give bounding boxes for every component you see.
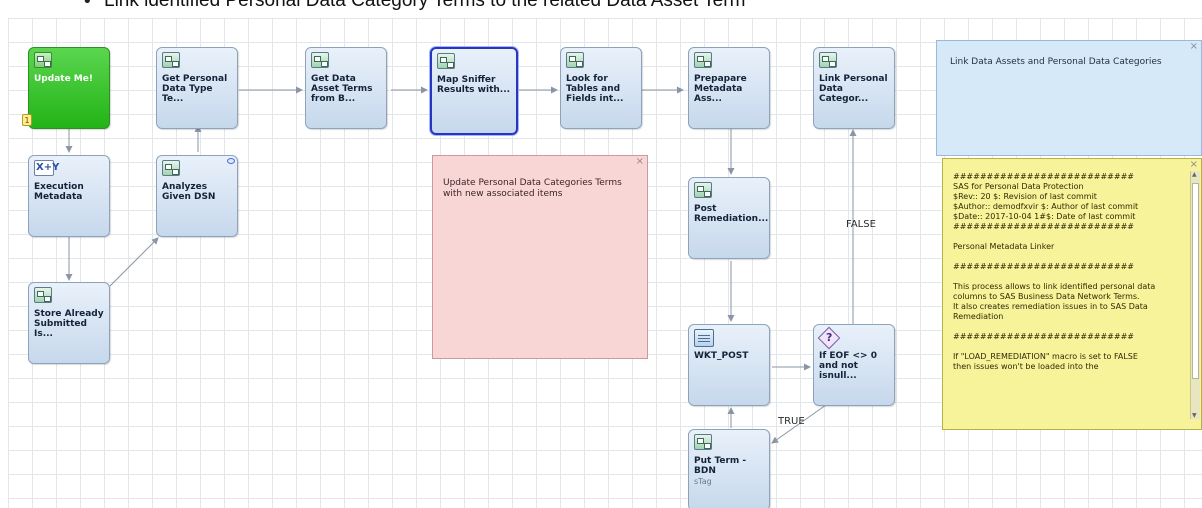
node-if-eof-label: If EOF <> 0 and not isnull... — [819, 351, 877, 381]
scroll-thumb[interactable] — [1192, 183, 1199, 379]
note-line: ########################### — [953, 262, 1134, 271]
data-step-icon — [819, 52, 837, 68]
note-line: ########################### — [953, 222, 1134, 231]
document-heading: • Link identified Personal Data Category… — [0, 0, 1202, 14]
note-pink[interactable]: × Update Personal Data Categories Terms … — [432, 155, 648, 359]
scroll-up-icon[interactable]: ▲ — [1192, 171, 1197, 178]
data-step-icon — [162, 160, 180, 176]
note-line — [953, 232, 1185, 242]
node-if-eof[interactable]: ? If EOF <> 0 and not isnull... — [813, 324, 895, 406]
node-update-me-badge: 1 — [22, 114, 32, 126]
scroll-down-icon[interactable]: ▼ — [1192, 412, 1197, 419]
close-icon[interactable]: × — [1190, 41, 1198, 52]
workflow-arrows-icon — [34, 52, 52, 68]
close-icon[interactable]: × — [636, 156, 644, 167]
process-flow-canvas[interactable]: Update Me! 1 X+Y Execution Metadata Stor… — [8, 18, 1202, 508]
node-put-term-sublabel: sTag — [694, 477, 712, 486]
node-analyzes-dsn[interactable]: Analyzes Given DSN — [156, 155, 238, 237]
note-line: SAS for Personal Data Protection — [953, 182, 1084, 191]
node-post-remediation-label: Post Remediation... — [694, 204, 768, 224]
note-line: ########################### — [953, 172, 1134, 181]
node-update-me[interactable]: Update Me! — [28, 47, 110, 129]
note-line: then issues won't be loaded into the — [953, 362, 1099, 371]
edge-store-to-analyzes — [109, 237, 159, 287]
note-line: $Date:: 2017-10-04 1#$: Date of last com… — [953, 212, 1136, 221]
data-step-icon — [34, 287, 52, 303]
note-line: It also creates remediation issues in to… — [953, 302, 1148, 311]
node-get-personal[interactable]: Get Personal Data Type Te... — [156, 47, 238, 129]
node-store-already[interactable]: Store Already Submitted Is... — [28, 282, 110, 364]
heading-text: Link identified Personal Data Category T… — [104, 0, 746, 11]
note-line: $Author:: demodfxvir $: Author of last c… — [953, 202, 1139, 211]
note-pink-text: Update Personal Data Categories Terms wi… — [443, 178, 622, 199]
edge-label-true: TRUE — [778, 416, 805, 427]
data-step-icon — [566, 52, 584, 68]
note-blue[interactable]: × Link Data Assets and Personal Data Cat… — [936, 40, 1202, 156]
close-icon[interactable]: × — [1190, 159, 1198, 170]
note-line: columns to SAS Business Data Network Ter… — [953, 292, 1140, 301]
node-put-term[interactable]: Put Term - BDN sTag — [688, 429, 770, 508]
node-link-personal[interactable]: Link Personal Data Categor... — [813, 47, 895, 129]
node-wkt-post[interactable]: WKT_POST — [688, 324, 770, 406]
node-get-personal-label: Get Personal Data Type Te... — [162, 74, 228, 104]
node-post-remediation[interactable]: Post Remediation... — [688, 177, 770, 259]
note-line: This process allows to link identified p… — [953, 282, 1156, 291]
note-scrollbar[interactable]: ▲ ▼ — [1190, 171, 1200, 419]
decision-icon: ? — [817, 326, 841, 350]
note-line: Personal Metadata Linker — [953, 242, 1055, 251]
note-line: Remediation — [953, 312, 1004, 321]
note-yellow[interactable]: × ########################### SAS for Pe… — [942, 158, 1202, 430]
node-analyzes-dsn-label: Analyzes Given DSN — [162, 182, 216, 202]
data-step-icon — [437, 53, 455, 69]
node-execution-metadata-label: Execution Metadata — [34, 182, 84, 202]
pin-icon — [227, 158, 235, 164]
data-step-icon — [311, 52, 329, 68]
note-line: $Rev:: 20 $: Revision of last commit — [953, 192, 1097, 201]
data-step-icon — [162, 52, 180, 68]
note-line — [953, 322, 1185, 332]
note-blue-text: Link Data Assets and Personal Data Categ… — [950, 57, 1162, 67]
note-line — [953, 272, 1185, 282]
edge-label-false: FALSE — [846, 219, 876, 230]
note-line — [953, 252, 1185, 262]
node-execution-metadata[interactable]: X+Y Execution Metadata — [28, 155, 110, 237]
node-look-for-tables[interactable]: Look for Tables and Fields int... — [560, 47, 642, 129]
node-map-sniffer-label: Map Sniffer Results with... — [437, 75, 511, 95]
heading-bullet: • — [82, 0, 93, 12]
node-wkt-post-label: WKT_POST — [694, 351, 749, 361]
data-step-icon — [694, 52, 712, 68]
note-yellow-text: ########################### SAS for Pers… — [953, 172, 1185, 372]
note-line — [953, 342, 1185, 352]
node-get-data-asset[interactable]: Get Data Asset Terms from B... — [305, 47, 387, 129]
http-request-icon — [694, 329, 714, 347]
node-link-personal-label: Link Personal Data Categor... — [819, 74, 888, 104]
node-put-term-label: Put Term - BDN — [694, 456, 747, 476]
node-prepare-metadata[interactable]: Prepapare Metadata Ass... — [688, 47, 770, 129]
data-step-icon — [694, 434, 712, 450]
node-prepare-metadata-label: Prepapare Metadata Ass... — [694, 74, 747, 104]
expression-icon: X+Y — [34, 160, 59, 176]
note-line: If "LOAD_REMEDIATION" macro is set to FA… — [953, 352, 1138, 361]
node-update-me-label: Update Me! — [34, 74, 93, 84]
node-map-sniffer[interactable]: Map Sniffer Results with... — [430, 47, 518, 135]
node-look-for-tables-label: Look for Tables and Fields int... — [566, 74, 624, 104]
node-get-data-asset-label: Get Data Asset Terms from B... — [311, 74, 373, 104]
node-store-already-label: Store Already Submitted Is... — [34, 309, 104, 339]
expression-icon-text: X+Y — [36, 162, 60, 173]
note-line: ########################### — [953, 332, 1134, 341]
data-step-icon — [694, 182, 712, 198]
